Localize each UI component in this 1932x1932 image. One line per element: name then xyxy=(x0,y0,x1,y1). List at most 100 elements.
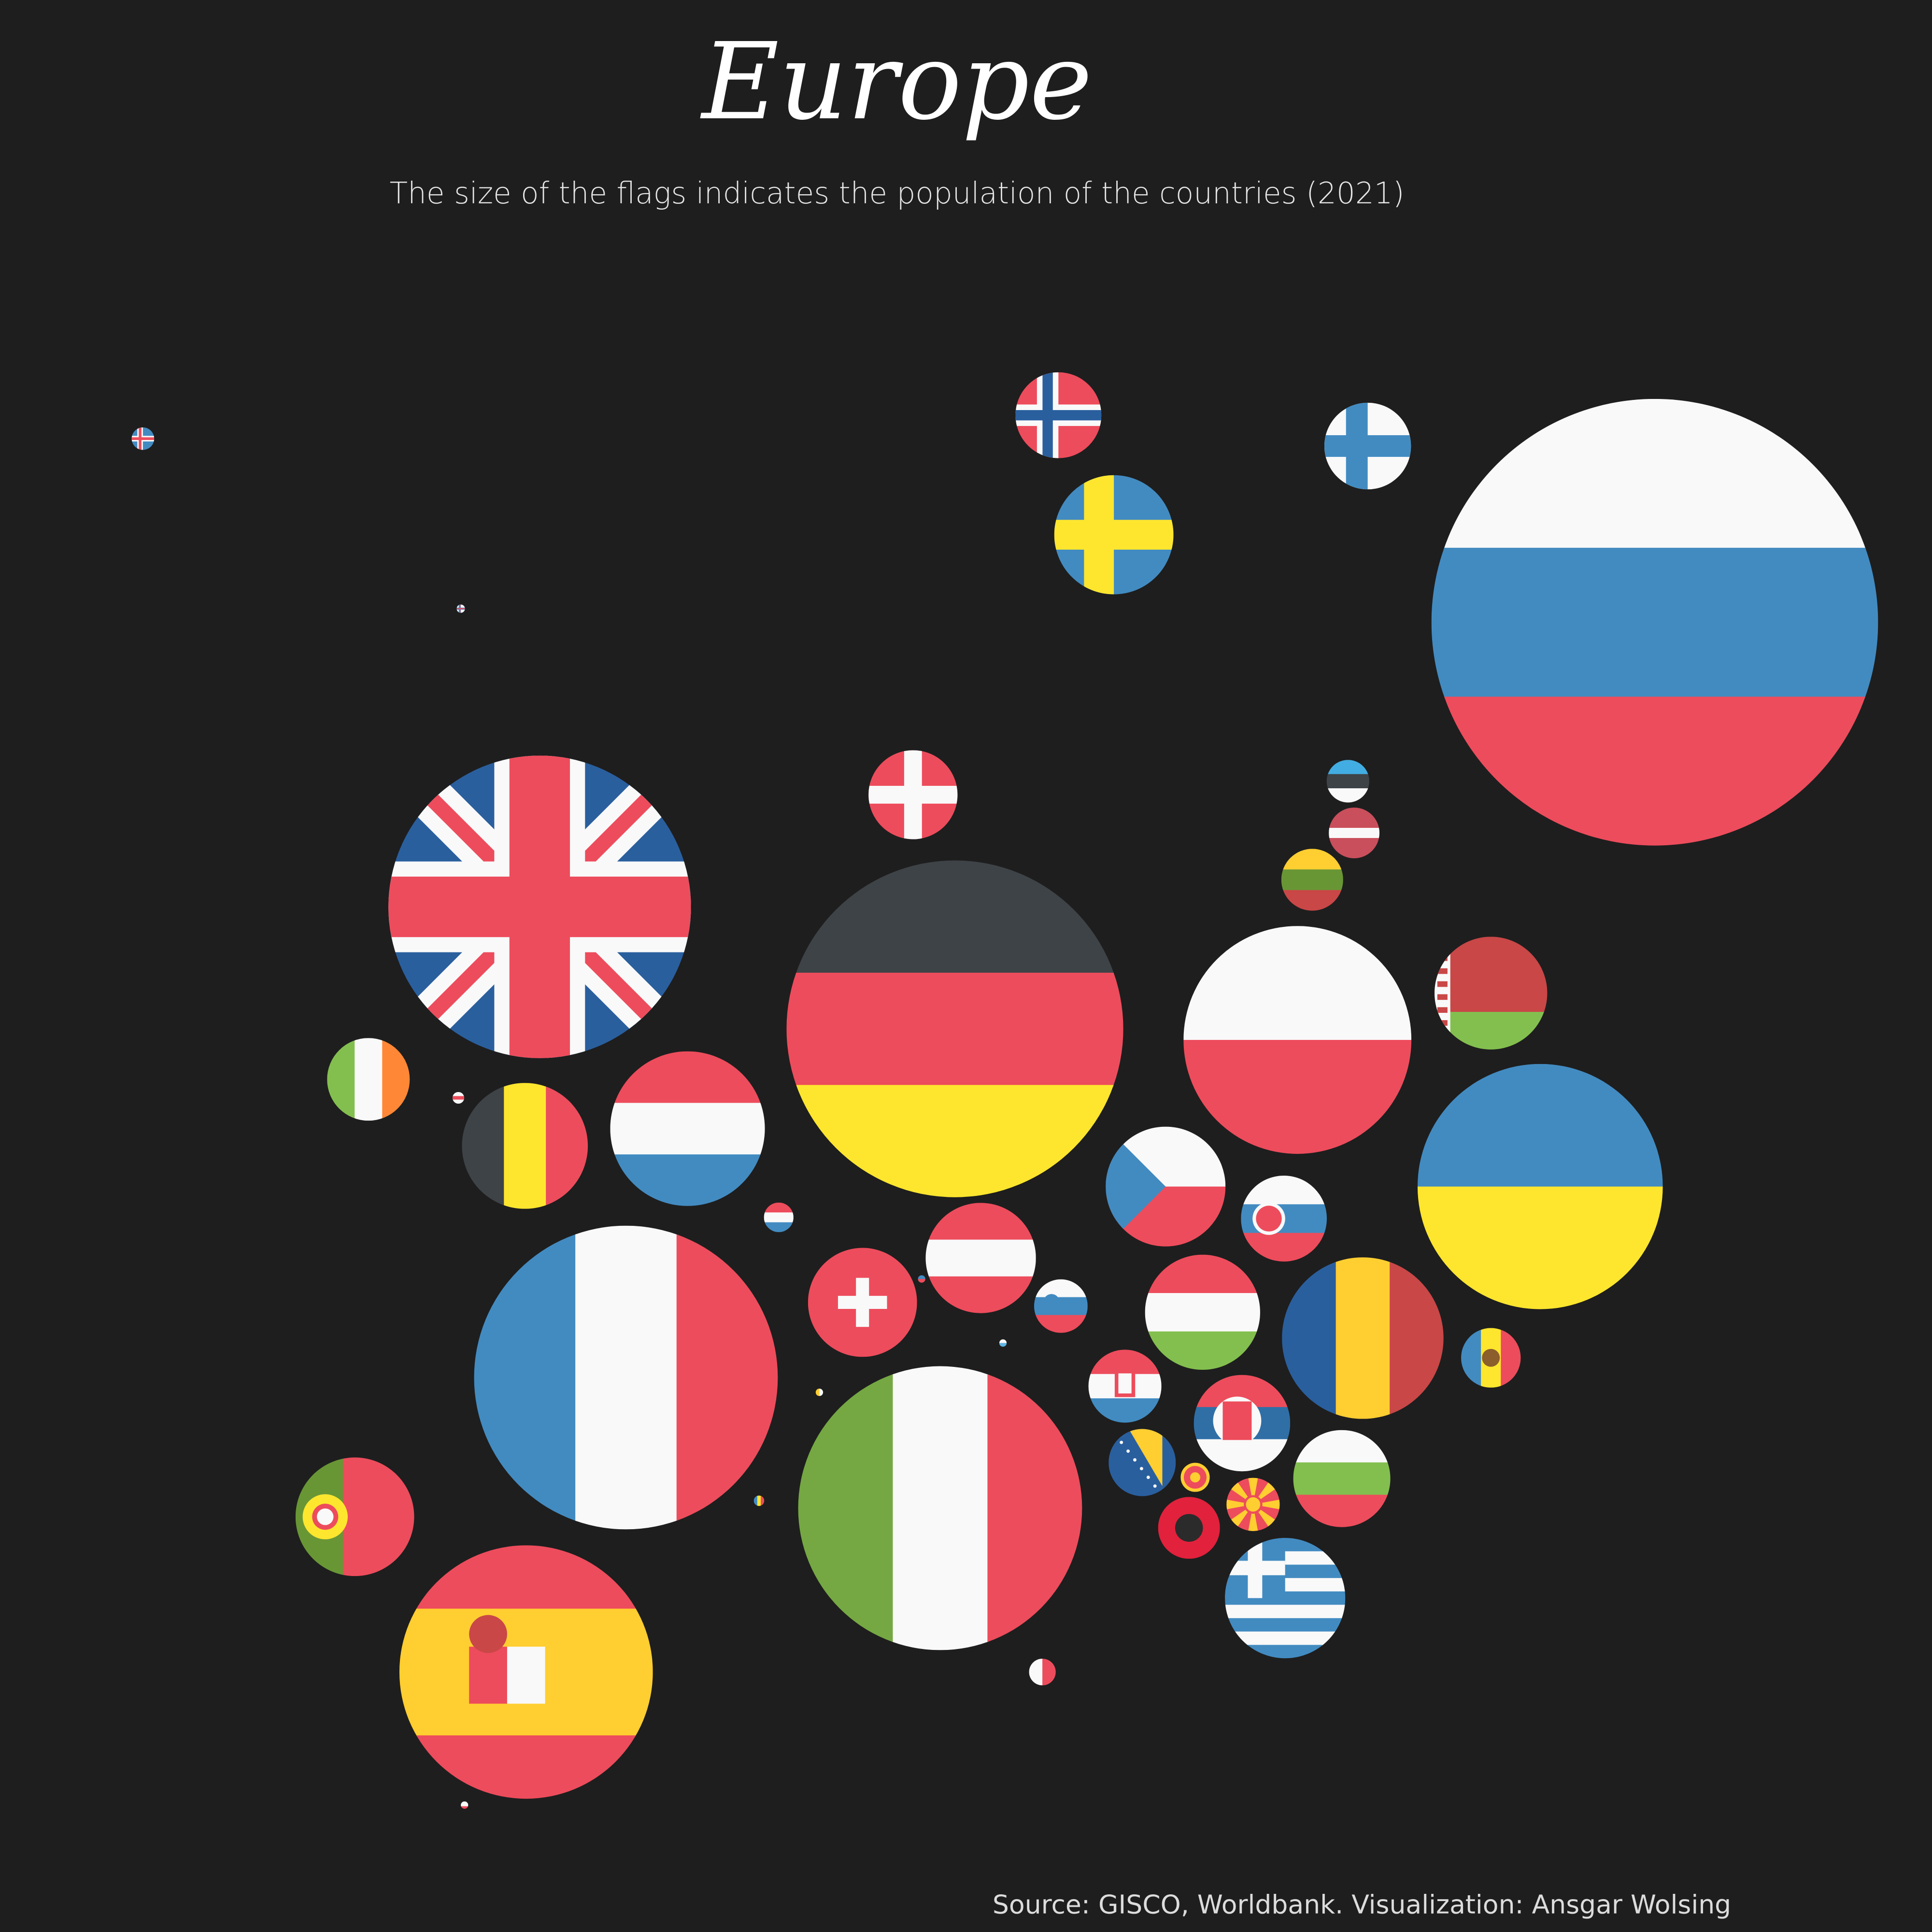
coat-of-arms-icon xyxy=(1482,1349,1500,1367)
star-icon xyxy=(1139,1467,1143,1471)
flag-stripe xyxy=(1431,548,1878,699)
coat-of-arms-icon xyxy=(1222,1401,1252,1440)
flag-rs xyxy=(1193,1375,1291,1472)
flag-bubble-no xyxy=(1015,372,1102,458)
flag-cross xyxy=(452,1096,465,1100)
flag-bubble-by xyxy=(1435,937,1548,1050)
flag-je xyxy=(452,1092,465,1104)
flag-bubble-ee xyxy=(1326,760,1369,803)
flag-me xyxy=(1180,1463,1210,1492)
flag-be xyxy=(462,1083,588,1209)
flag-stripe xyxy=(1225,1618,1346,1633)
flag-bubble-je xyxy=(452,1092,465,1104)
coat-of-arms-icon xyxy=(507,1647,545,1704)
flag-ad xyxy=(753,1495,765,1506)
flag-bubble-bg xyxy=(1293,1430,1391,1527)
flag-hu xyxy=(1145,1254,1260,1370)
flag-bubble-ba xyxy=(1108,1429,1176,1496)
flag-bubble-ua xyxy=(1417,1064,1663,1309)
flag-fr xyxy=(474,1225,778,1530)
coat-of-arms-icon xyxy=(317,1508,334,1525)
flag-lv xyxy=(1329,808,1380,858)
flag-va xyxy=(815,1389,824,1396)
flag-sm xyxy=(999,1339,1007,1347)
flag-bubble-hr xyxy=(1088,1350,1162,1423)
flag-cross xyxy=(456,608,465,610)
flag-bubble-ru xyxy=(1431,398,1878,846)
flag-bubble-is xyxy=(131,427,155,450)
flag-cross xyxy=(1015,410,1102,421)
flag-stripe xyxy=(1225,1605,1346,1619)
flag-at xyxy=(925,1203,1036,1313)
flag-de xyxy=(786,860,1123,1197)
flag-si xyxy=(1034,1279,1088,1333)
flag-bubble-mt xyxy=(1029,1659,1056,1686)
flag-bubble-gi xyxy=(461,1801,469,1809)
flag-li xyxy=(918,1275,925,1283)
source-caption: Source: GISCO, Worldbank. Visualization:… xyxy=(993,1889,1731,1920)
flag-bubble-lt xyxy=(1281,849,1343,911)
flag-by xyxy=(1435,937,1548,1050)
flag-lu xyxy=(764,1202,794,1233)
flag-stripe xyxy=(1326,774,1369,789)
flag-bubble-sm xyxy=(999,1339,1007,1347)
flag-bubble-gb xyxy=(388,755,691,1058)
flag-dk xyxy=(868,750,958,839)
flag-no xyxy=(1015,372,1102,458)
flag-stripe xyxy=(1281,869,1343,891)
flag-sk xyxy=(1241,1176,1327,1262)
flag-stripe xyxy=(1293,1462,1391,1495)
flag-bubble-pl xyxy=(1183,926,1412,1154)
flag-bubble-es xyxy=(399,1545,653,1799)
flag-stripe xyxy=(610,1103,765,1155)
flag-ch xyxy=(808,1248,917,1357)
flag-stripe xyxy=(1145,1293,1260,1332)
flag-mt xyxy=(1029,1659,1056,1686)
star-icon xyxy=(1153,1484,1157,1488)
flag-es xyxy=(399,1545,653,1799)
eagle-icon xyxy=(1175,1514,1203,1542)
flag-gb xyxy=(388,755,691,1058)
eagle-icon xyxy=(1190,1472,1201,1483)
flag-bubble-nl xyxy=(610,1051,765,1206)
flag-cz xyxy=(1106,1126,1226,1247)
flag-bubble-ch xyxy=(808,1248,917,1357)
star-icon xyxy=(1146,1476,1150,1479)
flag-fi xyxy=(1324,402,1411,490)
flag-bubble-se xyxy=(1054,475,1174,595)
flag-bg xyxy=(1293,1430,1391,1527)
coat-of-arms-icon xyxy=(1118,1373,1132,1394)
flag-bubble-ie xyxy=(327,1038,410,1121)
flag-ru xyxy=(1431,398,1878,846)
flag-bubble-ro xyxy=(1282,1257,1444,1419)
flag-pt xyxy=(295,1457,414,1577)
flag-bubble-it xyxy=(798,1366,1082,1650)
flag-pl xyxy=(1183,926,1412,1154)
flag-bubble-gr xyxy=(1225,1538,1346,1659)
flag-it xyxy=(798,1366,1082,1650)
flag-bubble-de xyxy=(786,860,1123,1197)
flag-bubble-md xyxy=(1461,1328,1521,1388)
flag-is xyxy=(131,427,155,450)
flag-stripe xyxy=(757,1495,761,1506)
flag-bubble-lv xyxy=(1329,808,1380,858)
flag-fo xyxy=(456,604,465,613)
flag-stripe xyxy=(786,972,1123,1087)
flag-bubble-at xyxy=(925,1203,1036,1313)
flag-bubble-li xyxy=(918,1275,925,1283)
chart-title: Europe xyxy=(700,20,1093,143)
flag-bubble-si xyxy=(1034,1279,1088,1333)
flag-lt xyxy=(1281,849,1343,911)
sun-icon xyxy=(1246,1497,1261,1512)
flag-ornament xyxy=(1437,994,1448,1000)
flag-hr xyxy=(1088,1350,1162,1423)
flag-cross xyxy=(1054,520,1174,550)
flag-cross xyxy=(131,437,155,440)
flag-stripe xyxy=(575,1225,678,1530)
flag-al xyxy=(1158,1497,1220,1559)
flag-stripe xyxy=(355,1038,383,1121)
flag-se xyxy=(1054,475,1174,595)
flag-bubble-fo xyxy=(456,604,465,613)
flag-stripe xyxy=(764,1212,794,1222)
star-icon xyxy=(1133,1458,1136,1462)
